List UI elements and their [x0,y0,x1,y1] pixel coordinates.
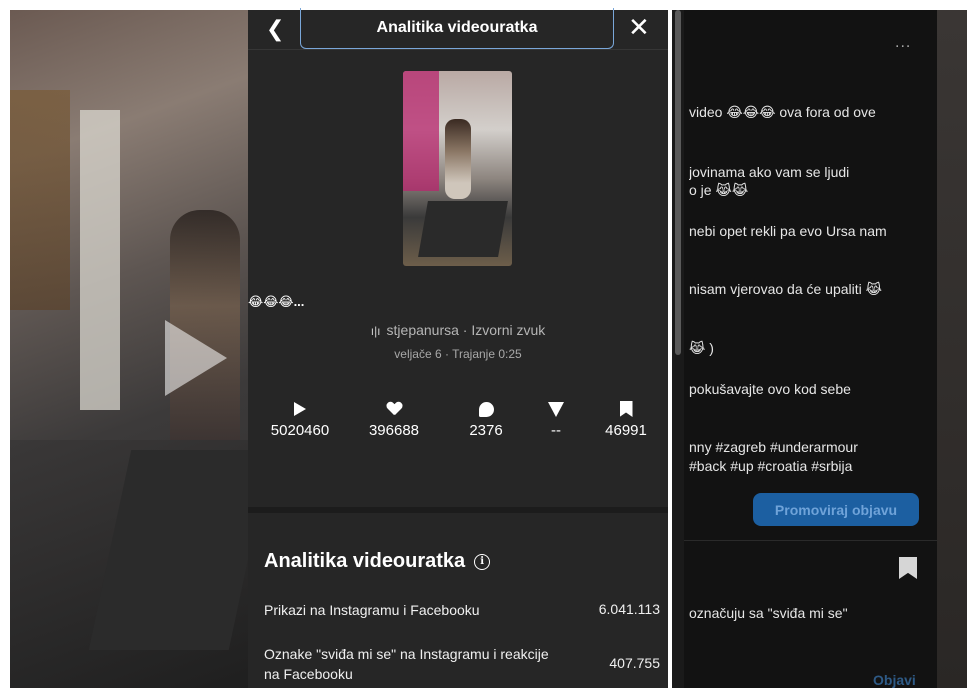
reactions-label-line2: na Facebooku [264,666,353,682]
caption-line: pokušavajte ovo kod sebe [689,381,851,397]
send-icon [548,401,564,417]
background-door [80,110,120,410]
stat-comments: 2376 [446,398,526,439]
stat-value: 396688 [368,422,420,439]
thumbnail-wall [403,71,439,191]
analytics-title: Analitika videouratka i [264,550,491,573]
impressions-label: Prikazi na Instagramu i Facebooku [264,602,480,618]
caption-line: nebi opet rekli pa evo Ursa nam [689,223,887,239]
stat-plays: 5020460 [260,398,340,439]
caption-line: nisam vjerovao da će upaliti 😹 [689,281,883,297]
heart-icon [387,402,402,416]
author-audio-line: ı|ı stjepanursa · Izvorni zvuk [248,322,668,338]
caption-line: video 😂😂😂 ova fora od ove [689,104,876,120]
close-icon[interactable]: ✕ [628,14,650,40]
caption-line: o je 😹😹 [689,182,749,198]
chevron-left-icon[interactable]: ❮ [266,16,284,42]
audio-wave-icon: ı|ı [370,324,381,338]
caption-line: nny #zagreb #underarmour [689,439,858,455]
caption-line: jovinama ako vam se ljudi [689,164,850,180]
author-audio-text[interactable]: stjepanursa · Izvorni zvuk [387,322,546,338]
stat-value: 46991 [605,422,647,439]
bookmark-icon [619,401,633,417]
likes-text: označuju sa "sviđa mi se" [689,605,848,621]
stat-value: 2376 [469,422,503,439]
stats-row: 5020460 396688 2376 -- 46991 [248,398,668,458]
video-thumbnail[interactable] [403,71,512,266]
analytics-title-text: Analitika videouratka [264,550,466,572]
background-clothes-rack [10,90,70,310]
info-icon[interactable]: i [474,553,491,570]
background-far-right [937,10,967,688]
reactions-label-line1: Oznake "sviđa mi se" na Instagramu i rea… [264,646,549,662]
publish-button[interactable]: Objavi [873,672,916,688]
promote-post-button[interactable]: Promoviraj objavu [753,493,919,526]
stat-shares: -- [516,398,596,439]
play-icon [294,402,306,416]
stat-value: 5020460 [270,422,330,439]
stat-saves: 46991 [586,398,666,439]
stat-likes: 396688 [354,398,434,439]
dialog-title: Analitika videouratka [300,8,614,49]
comment-icon [478,401,494,417]
thumbnail-person [445,119,471,199]
video-analytics-dialog: ❮ Analitika videouratka ✕ ı|ı stjepanursa… [248,8,668,688]
caption-preview: 😂😂😂... [248,294,305,309]
scrollbar-thumb[interactable] [675,10,681,355]
stat-value: -- [551,422,561,439]
more-options-icon[interactable]: ... [895,34,911,52]
caption-line: 😹 ) [689,340,714,356]
caption-line: #back #up #croatia #srbija [689,458,853,474]
play-overlay-icon[interactable] [165,320,227,396]
thumbnail-mat [418,201,508,257]
divider [684,540,937,541]
impressions-value: 6.041.113 [598,601,660,617]
dialog-header: ❮ Analitika videouratka ✕ [248,8,668,50]
section-divider [248,507,668,513]
date-duration: veljače 6 · Trajanje 0:25 [394,347,522,361]
reactions-value: 407.755 [609,655,660,671]
